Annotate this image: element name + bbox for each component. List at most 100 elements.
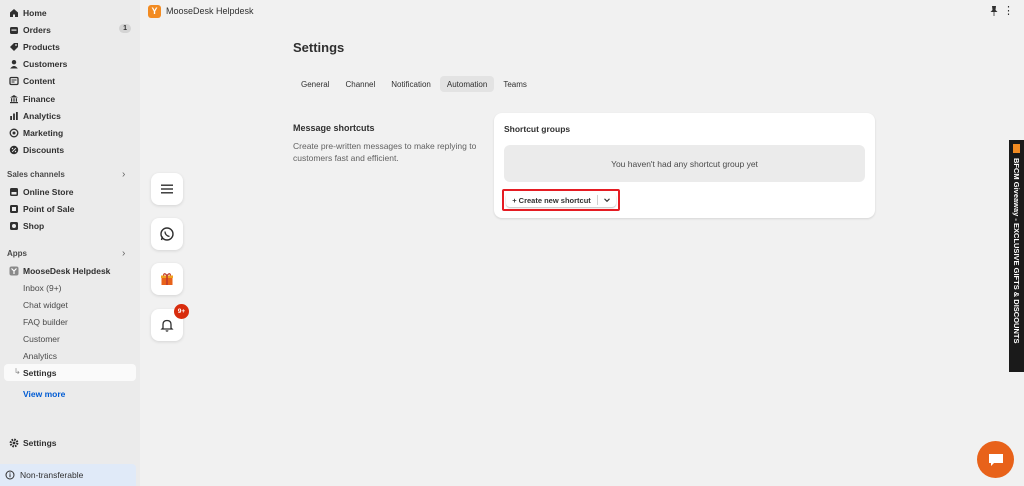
empty-state: You haven't had any shortcut group yet [504, 145, 865, 182]
app-title: MooseDesk Helpdesk [166, 6, 254, 16]
tab-teams[interactable]: Teams [496, 76, 534, 92]
empty-state-text: You haven't had any shortcut group yet [611, 158, 758, 169]
orders-icon [8, 24, 19, 35]
notification-badge: 9+ [174, 304, 189, 319]
promo-logo-icon [1013, 144, 1020, 153]
notifications-fab[interactable]: 9+ [151, 304, 189, 341]
nav-label: Settings [23, 437, 57, 448]
nav-item-point-of-sale[interactable]: Point of Sale [4, 200, 136, 217]
non-transferable-label: Non-transferable [20, 470, 84, 480]
hamburger-menu-icon [161, 184, 173, 194]
nav-item-shop[interactable]: Shop [4, 217, 136, 234]
info-icon [5, 470, 15, 480]
chevron-right-icon[interactable]: › [122, 169, 125, 180]
menu-fab[interactable] [151, 173, 183, 205]
shop-icon [8, 220, 19, 231]
nav-item-content[interactable]: Content [4, 72, 136, 89]
nav-item-customers[interactable]: Customers [4, 55, 136, 72]
create-new-shortcut-button[interactable]: + Create new shortcut [506, 193, 597, 207]
nav-label: Discounts [23, 144, 65, 155]
app-topbar: Y MooseDesk Helpdesk ⋮ [140, 0, 1024, 22]
highlight-box: + Create new shortcut [502, 189, 620, 211]
sub-item-label: FAQ builder [23, 316, 68, 327]
view-more-link[interactable]: View more [23, 389, 65, 399]
promo-side-tab[interactable]: BFCM Giveaway - EXCLUSIVE GIFTS & DISCOU… [1009, 140, 1024, 372]
nav-label: Content [23, 75, 56, 86]
bell-icon [160, 319, 174, 332]
tab-automation[interactable]: Automation [439, 76, 495, 92]
nav-label: Finance [23, 93, 56, 104]
non-transferable-banner[interactable]: Non-transferable [0, 464, 136, 486]
sub-item-customer[interactable]: Customer [4, 330, 136, 347]
apps-label: Apps [7, 249, 27, 258]
person-icon [8, 58, 19, 69]
nav-label: Products [23, 41, 60, 52]
sub-item-inbox[interactable]: Inbox (9+) [4, 279, 136, 296]
nav-item-finance[interactable]: Finance [4, 90, 136, 107]
sub-item-faq-builder[interactable]: FAQ builder [4, 313, 136, 330]
target-icon [8, 127, 19, 138]
nav-item-discounts[interactable]: Discounts [4, 141, 136, 158]
nav-item-marketing[interactable]: Marketing [4, 124, 136, 141]
live-chat-button[interactable] [977, 441, 1014, 478]
promo-text: BFCM Giveaway - EXCLUSIVE GIFTS & DISCOU… [1012, 158, 1021, 344]
bank-icon [8, 93, 19, 104]
orders-count-badge: 1 [119, 24, 131, 33]
card-title: Shortcut groups [504, 124, 571, 134]
chevron-right-icon[interactable]: › [122, 248, 125, 259]
pos-icon [8, 203, 19, 214]
section-description: Create pre-written messages to make repl… [293, 141, 477, 163]
sub-item-analytics[interactable]: Analytics [4, 347, 136, 364]
nav-item-products[interactable]: Products [4, 38, 136, 55]
sidebar: Home Orders 1 Products Customers Content… [0, 0, 140, 486]
tab-channel[interactable]: Channel [338, 76, 382, 92]
chevron-down-icon [604, 198, 610, 203]
section-title: Message shortcuts [293, 123, 375, 133]
nav-label: Marketing [23, 127, 64, 138]
nav-item-moosedesk[interactable]: MooseDesk Helpdesk [4, 262, 136, 279]
tab-general[interactable]: General [294, 76, 336, 92]
chart-icon [8, 110, 19, 121]
gift-icon [161, 273, 173, 285]
gift-fab[interactable] [151, 263, 183, 295]
page-title: Settings [293, 40, 345, 55]
moosedesk-app-icon [8, 265, 19, 276]
sub-item-label: Chat widget [23, 299, 68, 310]
create-options-dropdown[interactable] [598, 193, 616, 207]
sub-item-label: Inbox (9+) [23, 282, 62, 293]
nav-label: Home [23, 7, 47, 18]
nav-item-settings[interactable]: Settings [4, 434, 136, 451]
create-shortcut-button-group: + Create new shortcut [506, 193, 616, 207]
chat-bubble-icon [988, 453, 1003, 466]
home-icon [8, 7, 19, 18]
sub-item-chat-widget[interactable]: Chat widget [4, 296, 136, 313]
discount-icon [8, 144, 19, 155]
nav-label: Customers [23, 58, 68, 69]
nav-item-orders[interactable]: Orders 1 [4, 21, 136, 38]
nav-item-analytics[interactable]: Analytics [4, 107, 136, 124]
nav-label: Analytics [23, 110, 61, 121]
nav-item-online-store[interactable]: Online Store [4, 183, 136, 200]
store-icon [8, 186, 19, 197]
tag-icon [8, 41, 19, 52]
whatsapp-icon [160, 227, 174, 241]
whatsapp-fab[interactable] [151, 218, 183, 250]
gear-icon [8, 437, 19, 448]
corner-arrow-icon: ↳ [14, 367, 21, 376]
nav-label: Shop [23, 220, 45, 231]
sub-item-settings[interactable]: ↳ Settings [4, 364, 136, 381]
sub-item-label: Customer [23, 333, 60, 344]
nav-label: Online Store [23, 186, 74, 197]
nav-item-home[interactable]: Home [4, 4, 136, 21]
sub-item-label: Analytics [23, 350, 58, 361]
nav-label: MooseDesk Helpdesk [23, 265, 111, 276]
settings-tabs: General Channel Notification Automation … [294, 76, 534, 92]
nav-label: Orders [23, 24, 51, 35]
app-logo: Y [148, 4, 161, 18]
content-icon [8, 75, 19, 86]
sub-item-label: Settings [23, 367, 57, 378]
more-options-icon[interactable]: ⋮ [1003, 4, 1014, 17]
sales-channels-label: Sales channels [7, 170, 65, 179]
tab-notification[interactable]: Notification [384, 76, 438, 92]
pin-icon[interactable] [989, 5, 999, 17]
